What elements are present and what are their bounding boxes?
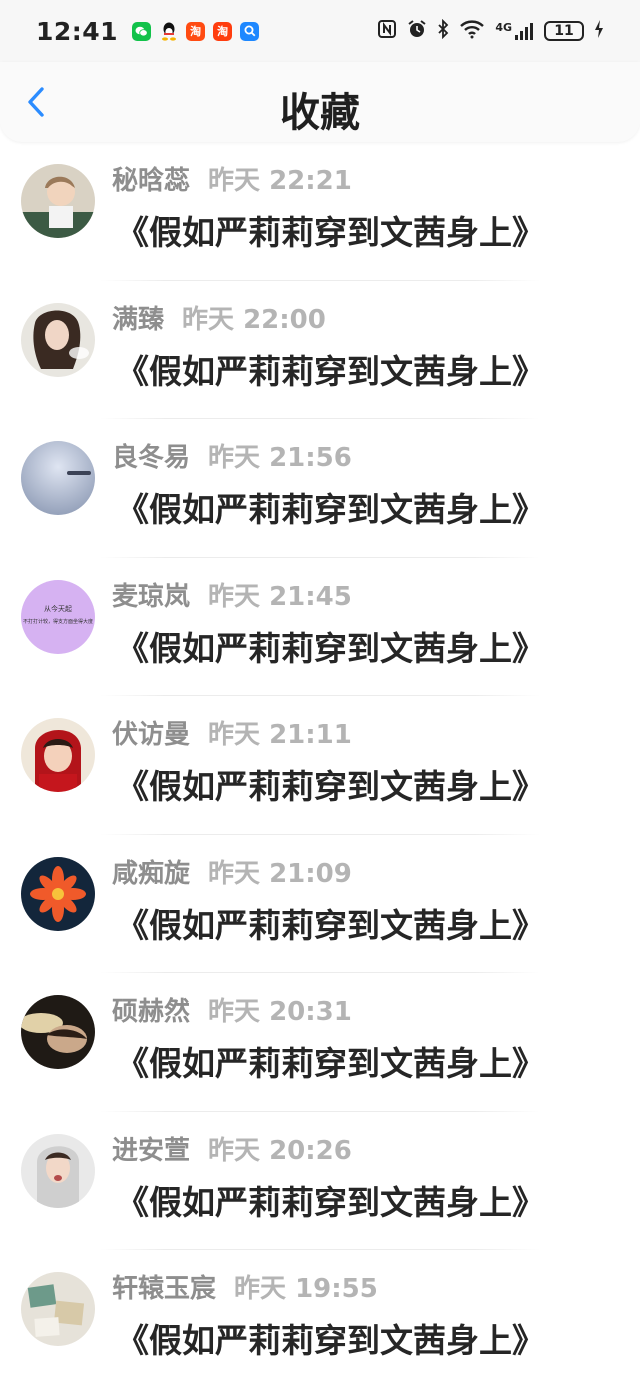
timestamp: 昨天 20:31	[208, 997, 352, 1027]
signal-icon: 4G	[495, 21, 534, 41]
list-item[interactable]: 咸痴旋 昨天 21:09 《假如严莉莉穿到文茜身上》	[0, 835, 640, 973]
message-text[interactable]: 《假如严莉莉穿到文茜身上》	[116, 760, 545, 808]
list-item[interactable]: 良冬易 昨天 21:56 《假如严莉莉穿到文茜身上》	[0, 419, 640, 558]
favorites-list: 秘晗蕊 昨天 22:21 《假如严莉莉穿到文茜身上》 满臻 昨天 22:00 《…	[0, 142, 640, 1389]
charging-icon	[594, 19, 604, 43]
list-item[interactable]: 伏访曼 昨天 21:11 《假如严莉莉穿到文茜身上》	[0, 696, 640, 835]
username[interactable]: 麦琼岚	[112, 576, 190, 613]
avatar[interactable]	[21, 856, 95, 931]
list-item[interactable]: 轩辕玉宸 昨天 19:55 《假如严莉莉穿到文茜身上》	[0, 1250, 640, 1389]
item-meta: 硕赫然 昨天 20:31	[112, 991, 352, 1028]
username[interactable]: 进安萱	[112, 1130, 190, 1167]
message-text[interactable]: 《假如严莉莉穿到文茜身上》	[116, 345, 545, 393]
avatar[interactable]	[21, 164, 95, 238]
username[interactable]: 伏访曼	[112, 714, 190, 751]
avatar-text: 从今天起	[44, 604, 72, 613]
list-item[interactable]: 秘晗蕊 昨天 22:21 《假如严莉莉穿到文茜身上》	[0, 142, 640, 281]
avatar-text: 不打打计较，得支方面坐得大度	[23, 618, 93, 625]
timestamp: 昨天 21:56	[208, 443, 352, 473]
search-app-icon	[240, 21, 260, 41]
item-meta: 进安萱 昨天 20:26	[112, 1130, 352, 1167]
message-text[interactable]: 《假如严莉莉穿到文茜身上》	[116, 1037, 545, 1085]
username[interactable]: 满臻	[112, 299, 164, 336]
item-meta: 满臻 昨天 22:00	[112, 299, 326, 336]
message-text[interactable]: 《假如严莉莉穿到文茜身上》	[116, 1314, 545, 1362]
avatar[interactable]	[21, 441, 95, 515]
page-title: 收藏	[280, 90, 360, 136]
list-item[interactable]: 硕赫然 昨天 20:31 《假如严莉莉穿到文茜身上》	[0, 973, 640, 1112]
network-type: 4G	[495, 21, 512, 34]
item-meta: 麦琼岚 昨天 21:45	[112, 576, 352, 613]
username[interactable]: 轩辕玉宸	[112, 1268, 216, 1305]
username[interactable]: 良冬易	[112, 437, 190, 474]
username[interactable]: 硕赫然	[112, 991, 190, 1028]
username[interactable]: 咸痴旋	[112, 853, 190, 890]
item-meta: 咸痴旋 昨天 21:09	[112, 853, 352, 890]
taobao-icon: 淘	[213, 21, 233, 41]
avatar[interactable]	[21, 1272, 95, 1346]
nfc-icon	[377, 19, 397, 43]
item-meta: 轩辕玉宸 昨天 19:55	[112, 1268, 378, 1305]
message-text[interactable]: 《假如严莉莉穿到文茜身上》	[116, 206, 545, 254]
timestamp: 昨天 21:11	[208, 720, 352, 750]
list-item[interactable]: 从今天起 不打打计较，得支方面坐得大度 麦琼岚 昨天 21:45 《假如严莉莉穿…	[0, 558, 640, 696]
timestamp: 昨天 21:09	[208, 858, 352, 889]
qq-icon	[159, 22, 178, 41]
timestamp: 昨天 22:21	[208, 166, 352, 196]
taobao-icon: 淘	[186, 21, 206, 41]
alarm-icon	[407, 19, 427, 43]
status-bar: 12:41 淘 淘 4G 11	[0, 0, 640, 62]
wifi-icon	[459, 19, 485, 43]
bluetooth-icon	[437, 18, 449, 43]
username[interactable]: 秘晗蕊	[112, 160, 190, 197]
list-item[interactable]: 进安萱 昨天 20:26 《假如严莉莉穿到文茜身上》	[0, 1112, 640, 1250]
avatar[interactable]	[21, 302, 95, 377]
message-text[interactable]: 《假如严莉莉穿到文茜身上》	[116, 483, 545, 531]
message-text[interactable]: 《假如严莉莉穿到文茜身上》	[116, 622, 545, 670]
notification-icons: 淘 淘	[132, 21, 260, 41]
timestamp: 昨天 19:55	[234, 1274, 378, 1304]
avatar[interactable]: 从今天起 不打打计较，得支方面坐得大度	[21, 579, 95, 654]
item-meta: 良冬易 昨天 21:56	[112, 437, 352, 474]
message-text[interactable]: 《假如严莉莉穿到文茜身上》	[116, 1176, 545, 1224]
timestamp: 昨天 21:45	[208, 581, 352, 612]
timestamp: 昨天 20:26	[208, 1135, 352, 1166]
system-status: 4G 11	[377, 18, 604, 43]
avatar[interactable]	[21, 1133, 95, 1208]
avatar[interactable]	[21, 995, 95, 1069]
message-text[interactable]: 《假如严莉莉穿到文茜身上》	[116, 899, 545, 947]
list-item[interactable]: 满臻 昨天 22:00 《假如严莉莉穿到文茜身上》	[0, 281, 640, 419]
wechat-icon	[132, 21, 152, 41]
item-meta: 秘晗蕊 昨天 22:21	[112, 160, 352, 197]
avatar[interactable]	[21, 718, 95, 792]
navigation-bar: 收藏	[0, 62, 640, 142]
battery-indicator: 11	[544, 21, 584, 41]
status-time: 12:41	[36, 16, 119, 46]
item-meta: 伏访曼 昨天 21:11	[112, 714, 352, 751]
timestamp: 昨天 22:00	[182, 304, 326, 335]
